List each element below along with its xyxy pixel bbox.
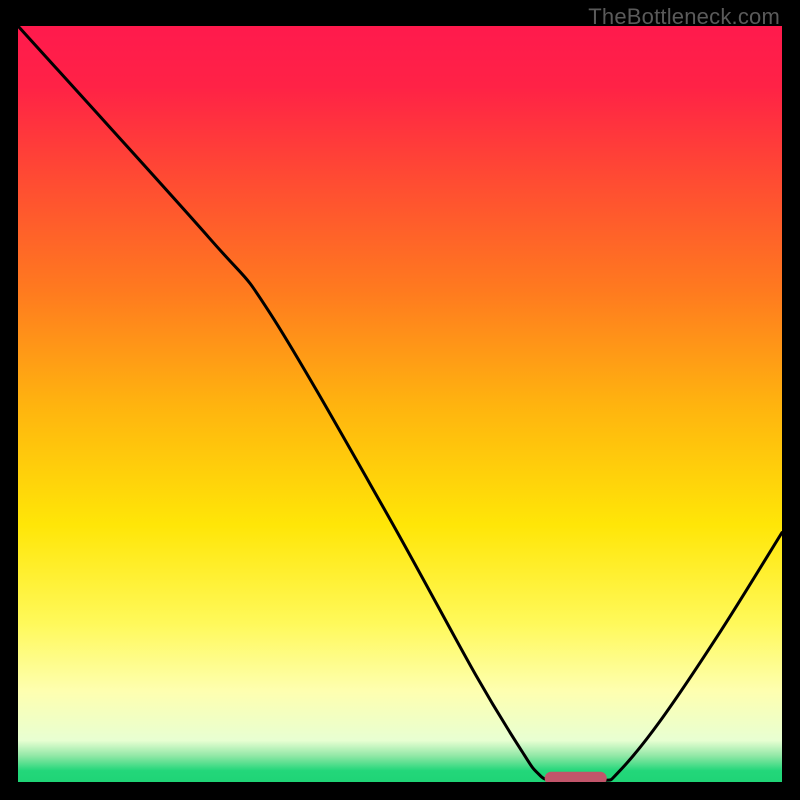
plot-svg	[18, 26, 782, 782]
optimal-marker	[545, 772, 606, 782]
chart-frame: TheBottleneck.com	[0, 0, 800, 800]
plot-area	[18, 26, 782, 782]
gradient-background	[18, 26, 782, 782]
watermark-text: TheBottleneck.com	[588, 4, 780, 30]
